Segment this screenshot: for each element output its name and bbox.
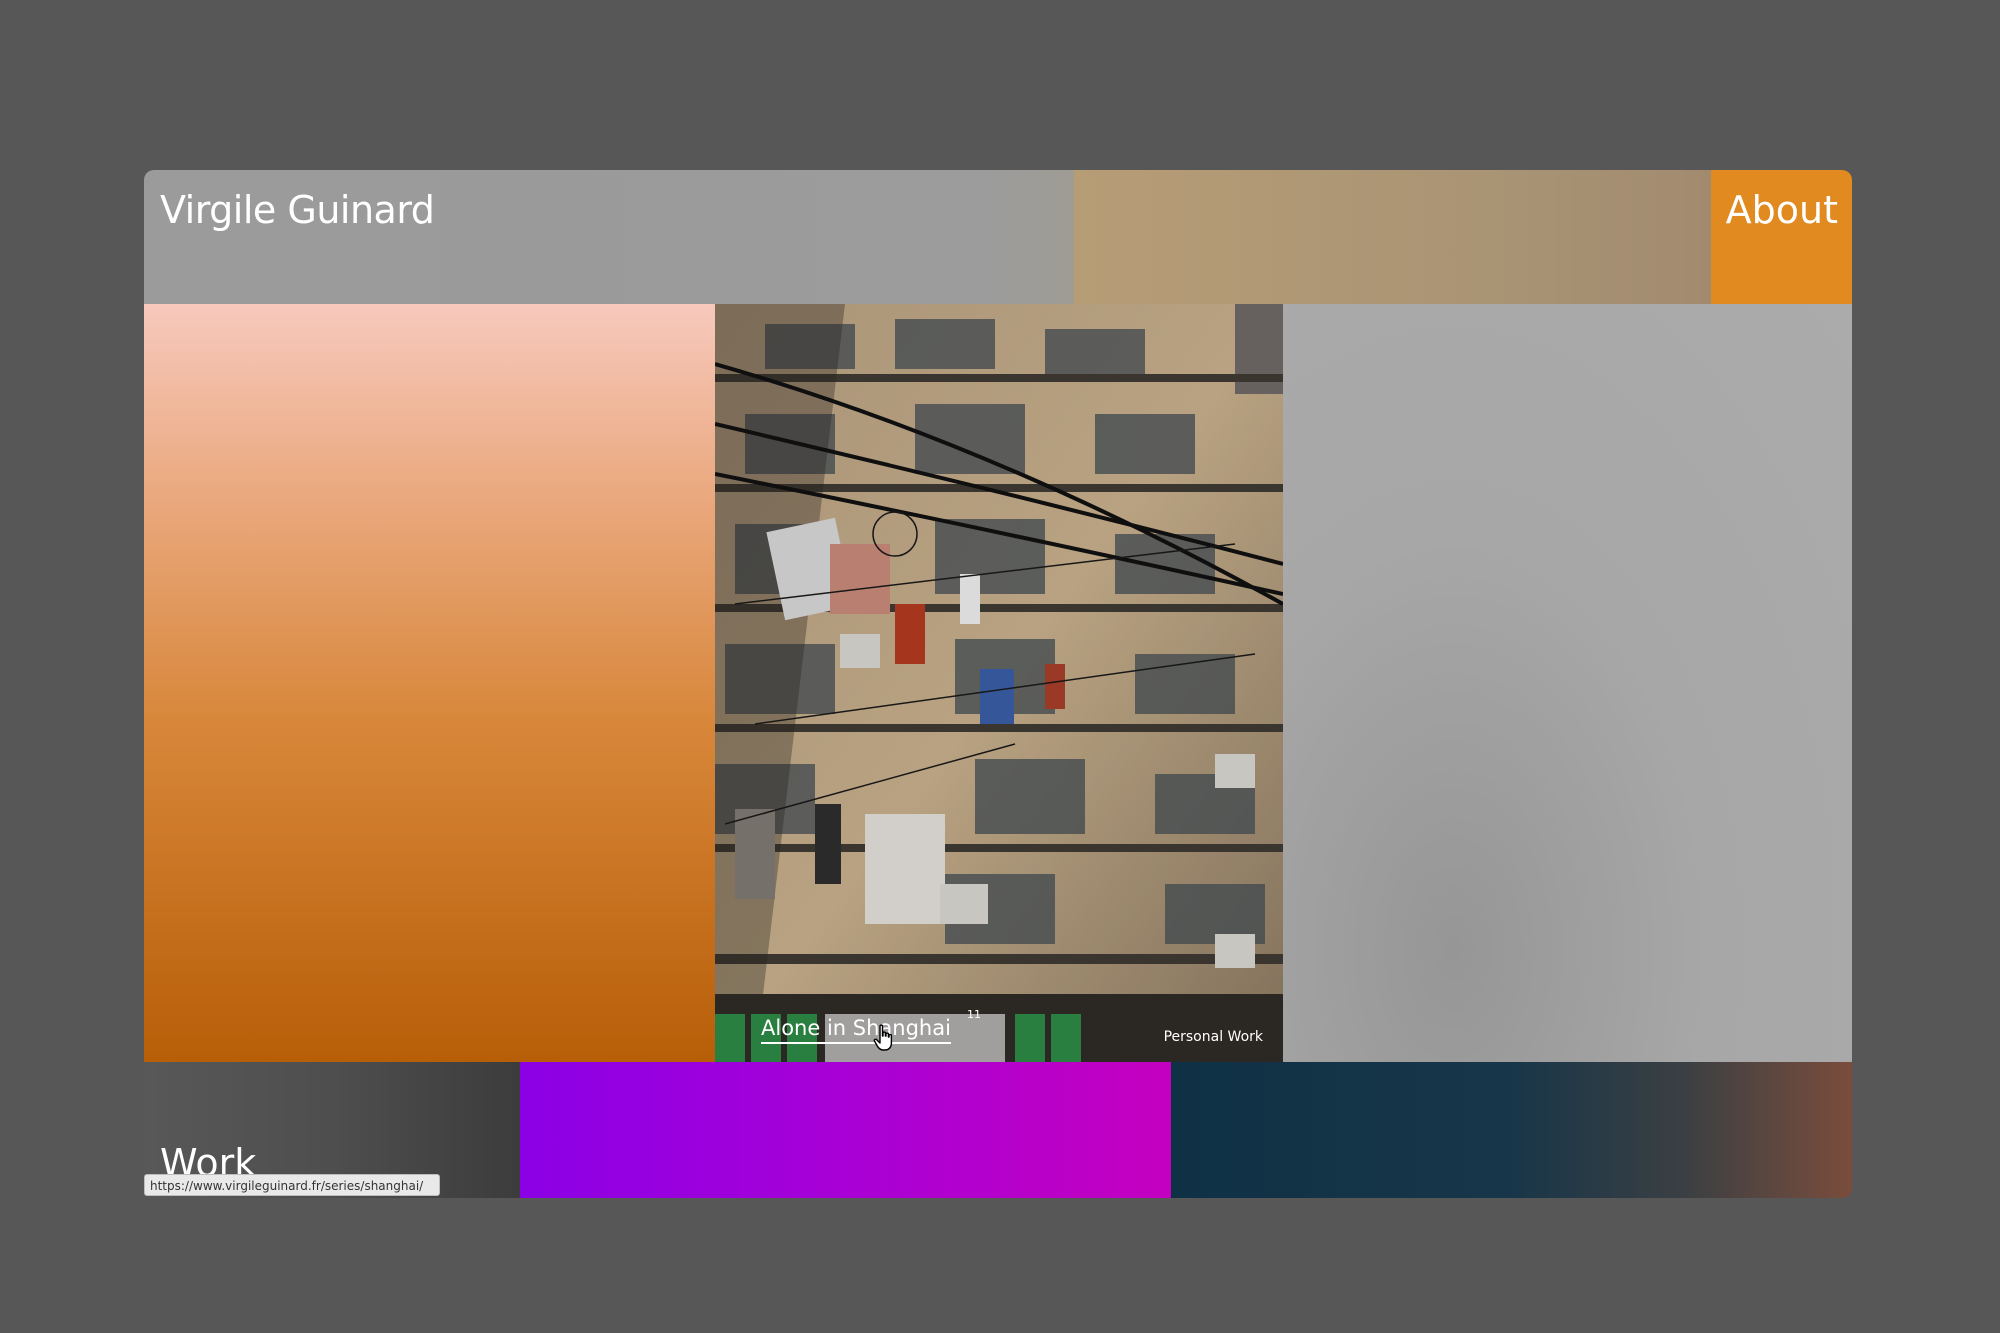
- hand-pointer-icon: [873, 1024, 893, 1051]
- about-link[interactable]: About: [1726, 188, 1838, 232]
- gradient-tile-peach[interactable]: [144, 304, 715, 1062]
- header-color-tile-tan: [1074, 170, 1713, 304]
- portfolio-grid: Virgile Guinard About Alone in Shanghai …: [144, 170, 1852, 1198]
- header-title-tile[interactable]: Virgile Guinard: [144, 170, 439, 304]
- gradient-tile-purple[interactable]: [520, 1062, 1171, 1198]
- status-bar-url: https://www.virgileguinard.fr/series/sha…: [144, 1174, 440, 1196]
- project-image-count: 11: [967, 1008, 981, 1021]
- about-tile[interactable]: About: [1711, 170, 1852, 304]
- shanghai-building-photo: [715, 304, 1283, 1062]
- gradient-tile-gray[interactable]: [1283, 304, 1852, 1062]
- featured-project-tile[interactable]: Alone in Shanghai 11 Personal Work: [715, 304, 1283, 1062]
- site-title[interactable]: Virgile Guinard: [160, 188, 435, 232]
- project-category: Personal Work: [1163, 1029, 1263, 1045]
- gradient-tile-teal[interactable]: [1171, 1062, 1852, 1198]
- featured-project-link[interactable]: Alone in Shanghai: [761, 1016, 951, 1044]
